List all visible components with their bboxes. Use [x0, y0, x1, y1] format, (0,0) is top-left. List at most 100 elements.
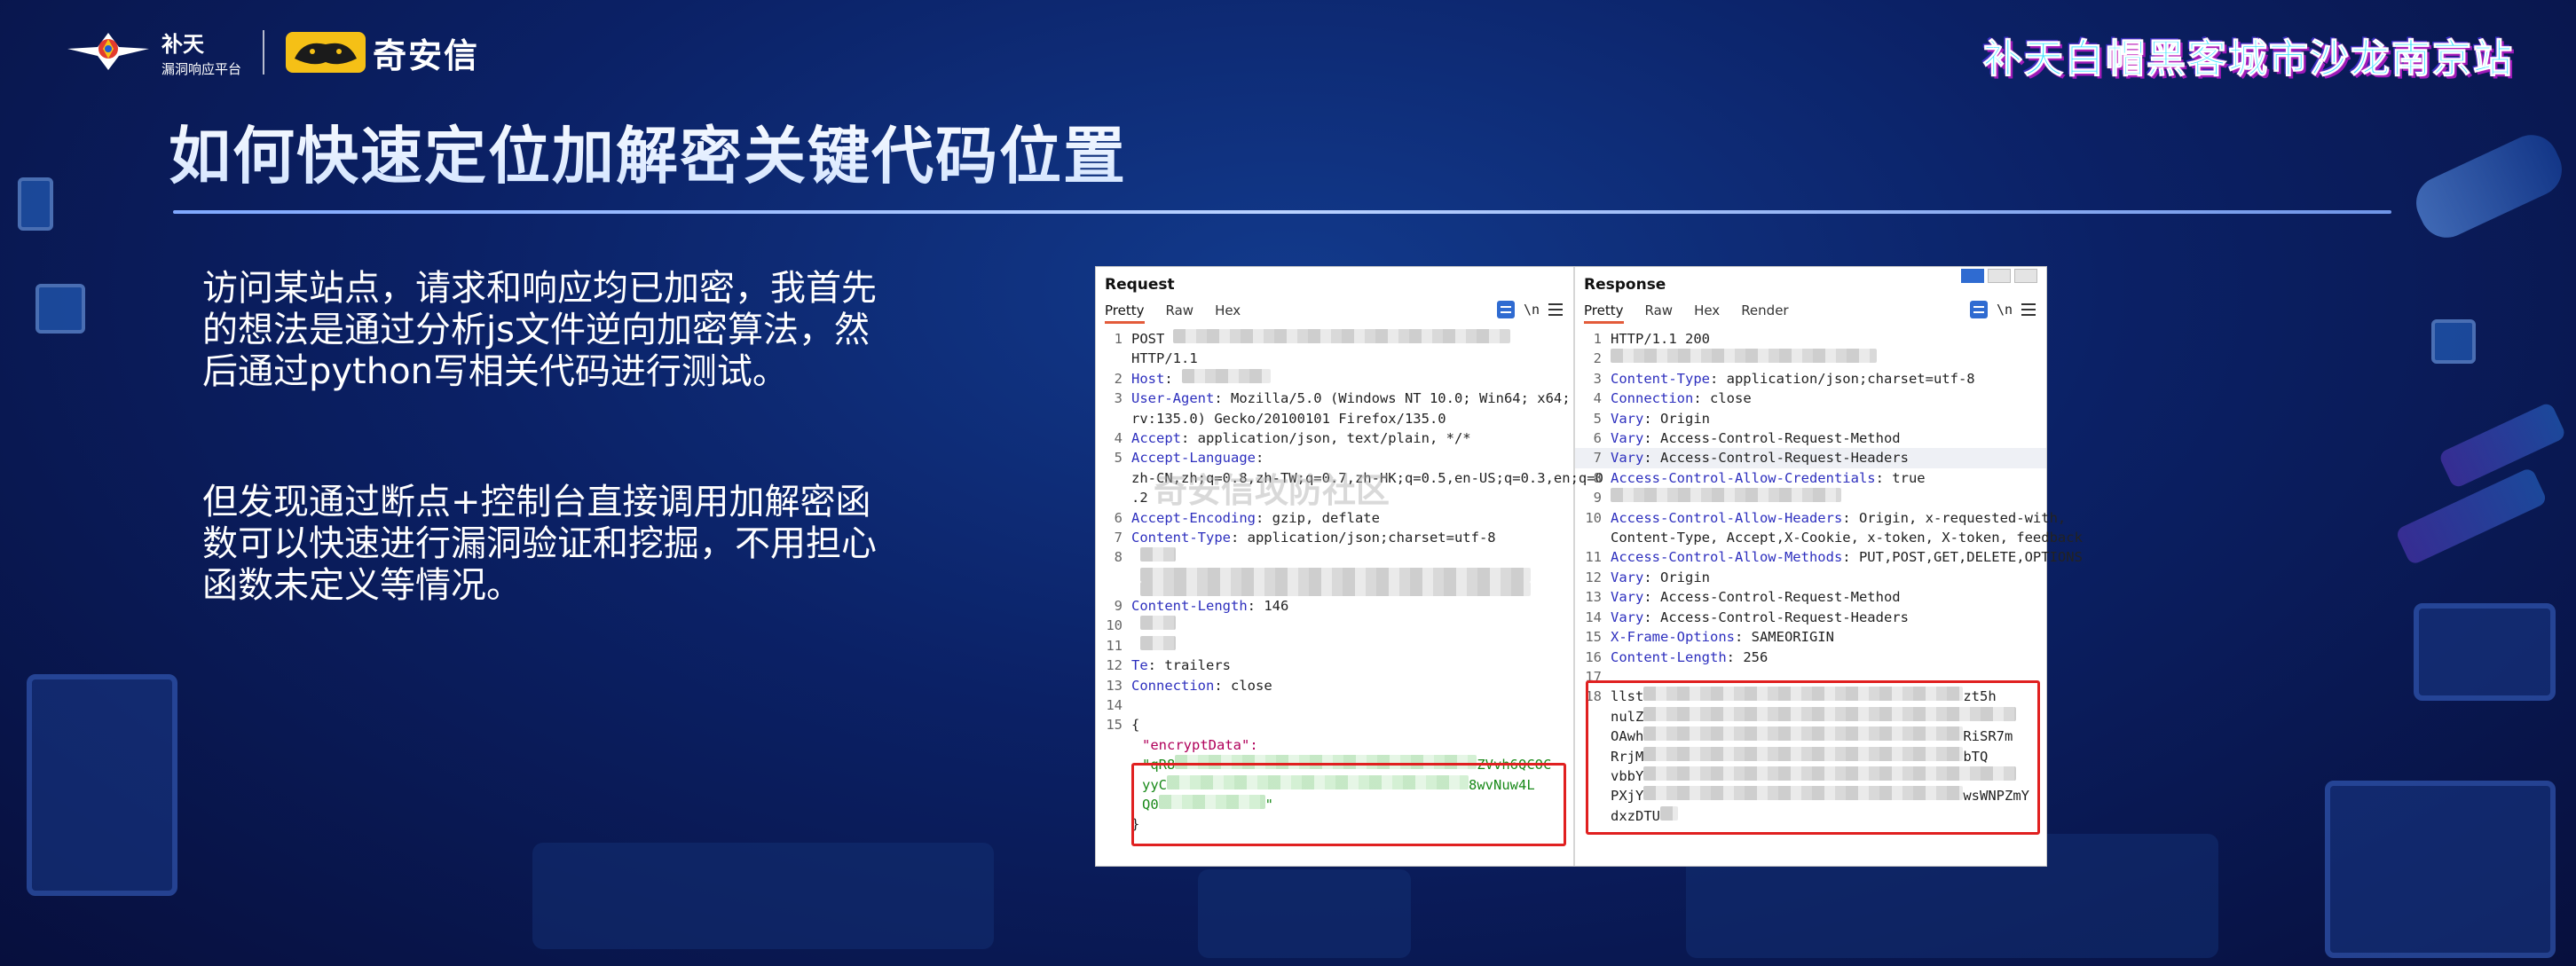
- line-number: 4: [1593, 390, 1602, 407]
- line-number: [1103, 568, 1123, 582]
- wrap-lines-icon[interactable]: [1969, 301, 1988, 318]
- line-number: 15: [1106, 717, 1123, 734]
- code-line: 9 Content-Length: 146: [1096, 596, 1573, 616]
- header-value: : Access-Control-Request-Headers: [1643, 609, 1909, 625]
- logo-divider: [263, 30, 265, 75]
- butian-name: 补天: [161, 32, 204, 57]
- paragraph-1: 访问某站点，请求和响应均已加密，我首先的想法是通过分析js文件逆向加密算法，然后…: [202, 268, 877, 392]
- line-number: 6: [1593, 430, 1602, 447]
- code-line: 10: [1096, 616, 1573, 635]
- code-line: 3 Content-Type: application/json;charset=…: [1575, 369, 2046, 389]
- header-value: : application/json;charset=utf-8: [1709, 370, 1975, 387]
- redacted-block: [1181, 368, 1271, 383]
- request-tabs: Pretty Raw Hex: [1105, 302, 1241, 324]
- tab-raw[interactable]: Raw: [1166, 302, 1194, 324]
- line-number: 9: [1593, 490, 1602, 507]
- code-line: 15 X-Frame-Options: SAMEORIGIN: [1575, 627, 2046, 647]
- paragraph-2: 但发现通过断点+控制台直接调用加解密函数可以快速进行漏洞验证和挖掘，不用担心函数…: [202, 482, 877, 606]
- monitor-decoration: [2325, 781, 2556, 958]
- tab-hex[interactable]: Hex: [1694, 302, 1720, 324]
- code-line: 2 Host:: [1096, 368, 1573, 389]
- newline-toggle[interactable]: \n: [1524, 302, 1540, 318]
- response-body-highlight: [1586, 680, 2040, 835]
- line-number: 4: [1114, 430, 1123, 447]
- redacted-block: [1173, 329, 1511, 343]
- header-key: Access-Control-Allow-Methods: [1611, 549, 1843, 566]
- header-key: Content-Type: [1611, 370, 1710, 387]
- line-number: 5: [1593, 410, 1602, 427]
- line-number: 12: [1106, 657, 1123, 674]
- code-line: 1 HTTP/1.1 200: [1575, 329, 2046, 349]
- line-number: [1103, 409, 1123, 428]
- header-key: Vary: [1611, 609, 1644, 625]
- code-line: 8 Access-Control-Allow-Credentials: true: [1575, 468, 2046, 488]
- header-value: HTTP/1.1: [1131, 350, 1198, 367]
- line-number: [1103, 755, 1123, 774]
- telescope-decoration: [2407, 126, 2571, 247]
- menu-icon[interactable]: [2021, 303, 2036, 316]
- tab-render[interactable]: Render: [1741, 302, 1788, 324]
- header-value: : trailers: [1147, 657, 1231, 674]
- code-line: 5 Vary: Origin: [1575, 409, 2046, 428]
- header-value: : close: [1693, 390, 1752, 407]
- line-number: 7: [1114, 530, 1123, 546]
- header-key: Connection: [1131, 677, 1215, 694]
- code-line: [1096, 581, 1573, 596]
- line-number: [1103, 582, 1123, 596]
- header-value: : PUT,POST,GET,DELETE,OPTIONS: [1842, 549, 2083, 566]
- header-key: Host: [1131, 370, 1165, 387]
- header-value: .2: [1131, 490, 1148, 507]
- response-title: Response: [1584, 276, 1666, 294]
- header-value: : Access-Control-Request-Method: [1643, 430, 1901, 447]
- menu-icon[interactable]: [1548, 303, 1563, 316]
- wrap-lines-icon[interactable]: [1496, 301, 1515, 318]
- line-number: 5: [1114, 450, 1123, 467]
- code-line: 14 Vary: Access-Control-Request-Headers: [1575, 608, 2046, 627]
- header-value: : Access-Control-Request-Headers: [1643, 450, 1909, 467]
- header-value: : 146: [1247, 597, 1289, 614]
- layout-split-button[interactable]: [1961, 269, 1984, 283]
- header-value: : application/json;charset=utf-8: [1230, 530, 1496, 546]
- tab-hex[interactable]: Hex: [1215, 302, 1241, 324]
- layout-single-button[interactable]: [2014, 269, 2037, 283]
- header-value: : SAMEORIGIN: [1734, 629, 1834, 646]
- watermark: 奇安信攻防社区: [1154, 471, 1390, 510]
- line-number: [1103, 735, 1123, 755]
- request-title: Request: [1105, 276, 1175, 294]
- json-key: "encryptData":: [1142, 736, 1258, 753]
- request-tools: \n: [1496, 301, 1563, 318]
- newline-toggle[interactable]: \n: [1997, 302, 2013, 318]
- code-line: 1 POST: [1096, 329, 1573, 349]
- line-number: 11: [1106, 637, 1123, 654]
- code-line: [1096, 567, 1573, 582]
- decor-bar: [2394, 467, 2548, 566]
- response-tools: \n: [1969, 301, 2036, 318]
- tab-pretty[interactable]: Pretty: [1584, 302, 1624, 324]
- request-lines: 1 POST HTTP/1.1 2 Host: 3 User-Agent: Mozilla/…: [1096, 329, 1603, 835]
- line-number: 10: [1106, 617, 1123, 634]
- redacted-block: [1611, 349, 1877, 364]
- layout-horizontal-button[interactable]: [1988, 269, 2011, 283]
- tab-raw[interactable]: Raw: [1645, 302, 1674, 324]
- line-number: 13: [1106, 677, 1123, 694]
- title-divider: [173, 210, 2391, 214]
- line-number: 2: [1593, 350, 1602, 367]
- line-number: 13: [1585, 589, 1602, 606]
- line-number: [1103, 795, 1123, 814]
- header-value: : Access-Control-Request-Method: [1643, 589, 1901, 606]
- code-line: 7 Vary: Access-Control-Request-Headers: [1575, 448, 2046, 468]
- header-value: HTTP/1.1 200: [1611, 331, 1710, 347]
- tab-pretty[interactable]: Pretty: [1105, 302, 1145, 324]
- header-value: : Mozilla/5.0 (Windows NT 10.0; Win64; x…: [1214, 390, 1571, 407]
- header-key: Vary: [1611, 589, 1644, 606]
- redacted-block: [1140, 581, 1531, 596]
- redacted-block: [1140, 616, 1176, 631]
- header-key: Access-Control-Allow-Credentials: [1611, 469, 1876, 486]
- chip-decoration: [35, 284, 85, 334]
- code-line: 12 Vary: Origin: [1575, 568, 2046, 587]
- monitor-decoration: [27, 674, 177, 896]
- header-key: Content-Length: [1611, 648, 1727, 665]
- redacted-block: [1140, 635, 1176, 650]
- line-number: [1103, 468, 1123, 488]
- header-key: X-Frame-Options: [1611, 629, 1735, 646]
